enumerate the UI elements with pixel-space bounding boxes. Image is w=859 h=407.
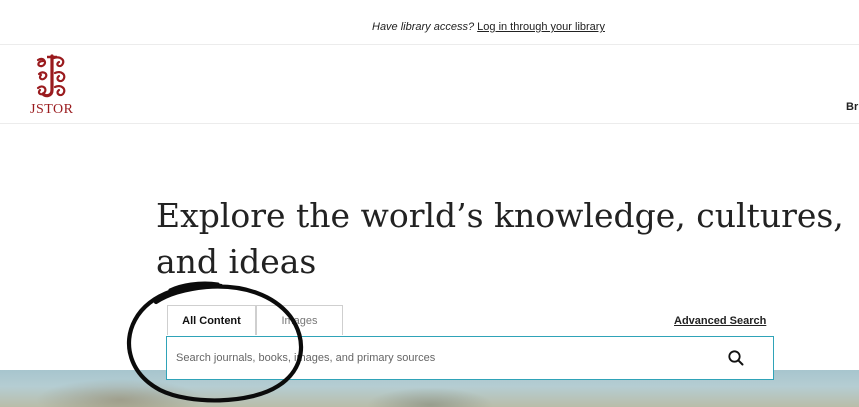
library-login-link[interactable]: Log in through your library [477, 21, 605, 33]
library-access-bar: Have library access? Log in through your… [0, 0, 859, 45]
page: Have library access? Log in through your… [0, 0, 859, 407]
library-access-prompt: Have library access? [372, 21, 475, 33]
nav-item-browse[interactable]: Br [846, 101, 858, 113]
search-input[interactable] [176, 347, 716, 369]
jstor-logo[interactable]: JSTOR [30, 54, 74, 120]
jstor-emblem-icon [34, 54, 70, 99]
hero-title: Explore the world’s knowledge, cultures,… [156, 193, 859, 285]
search-icon [728, 350, 744, 366]
jstor-wordmark: JSTOR [30, 102, 74, 117]
search-button[interactable] [725, 347, 747, 369]
hero-title-line-1: Explore the world’s knowledge, cultures, [156, 196, 844, 235]
library-access-notice: Have library access? Log in through your… [372, 21, 605, 33]
advanced-search-link[interactable]: Advanced Search [674, 315, 766, 327]
hero-title-line-2: and ideas [156, 242, 317, 281]
site-header: JSTOR Br [0, 45, 859, 124]
tab-images[interactable]: Images [256, 305, 343, 335]
search-box [166, 336, 774, 380]
tab-all-content[interactable]: All Content [167, 305, 256, 335]
